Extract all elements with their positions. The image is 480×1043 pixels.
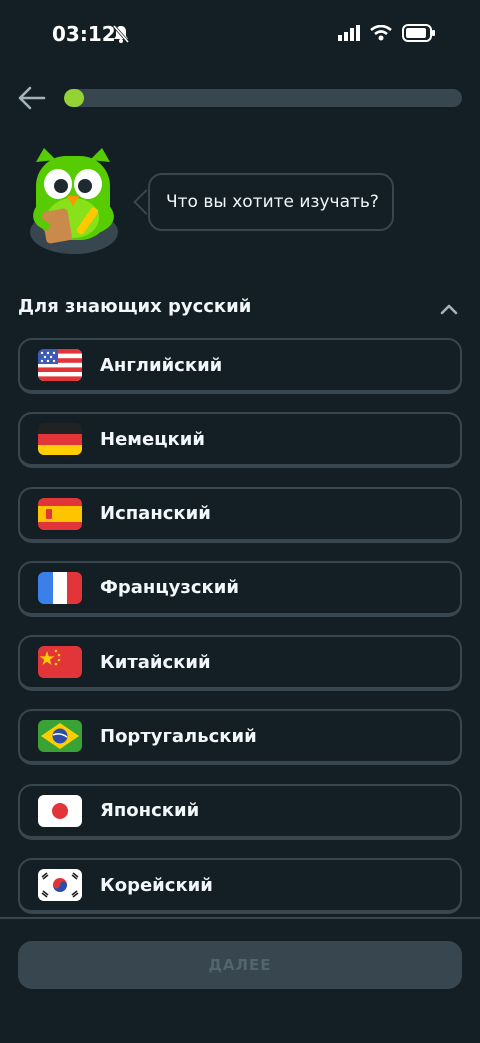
language-label: Корейский (100, 874, 213, 896)
signal-icon (338, 25, 360, 45)
language-label: Японский (100, 800, 200, 822)
language-option-chinese[interactable]: Китайский (18, 635, 462, 692)
status-time: 03:12 (52, 22, 116, 46)
language-label: Немецкий (100, 428, 205, 450)
language-option-korean[interactable]: Корейский (18, 858, 462, 915)
progress-bar (64, 89, 462, 107)
flag-kr-icon (38, 869, 82, 902)
language-label: Португальский (100, 725, 257, 747)
language-option-spanish[interactable]: Испанский (18, 486, 462, 543)
owl-mascot-icon (22, 140, 124, 260)
bell-muted-icon (112, 24, 130, 48)
continue-button[interactable]: ДАЛЕЕ (18, 941, 462, 989)
language-label: Английский (100, 354, 223, 376)
flag-es-icon (38, 497, 82, 530)
flag-de-icon (38, 423, 82, 456)
language-option-french[interactable]: Французский (18, 560, 462, 617)
battery-icon (402, 24, 436, 46)
progress-fill (64, 89, 84, 107)
language-option-german[interactable]: Немецкий (18, 412, 462, 469)
language-label: Испанский (100, 503, 211, 525)
footer-divider (0, 917, 480, 919)
flag-jp-icon (38, 794, 82, 827)
flag-cn-icon (38, 646, 82, 679)
arrow-left-icon (18, 86, 46, 110)
language-list: Английский Немецкий Испанский Французски… (18, 338, 462, 932)
language-option-portuguese[interactable]: Португальский (18, 709, 462, 766)
speech-bubble: Что вы хотите изучать? (148, 173, 394, 231)
language-label: Французский (100, 577, 239, 599)
section-title: Для знающих русский (18, 296, 252, 317)
flag-br-icon (38, 720, 82, 753)
back-button[interactable] (16, 84, 48, 112)
wifi-icon (370, 24, 392, 45)
chevron-up-icon[interactable] (440, 300, 458, 319)
language-option-japanese[interactable]: Японский (18, 783, 462, 840)
prompt-text: Что вы хотите изучать? (166, 192, 379, 212)
status-bar: 03:12 (0, 0, 480, 70)
flag-fr-icon (38, 571, 82, 604)
flag-us-icon (38, 349, 82, 381)
language-option-english[interactable]: Английский (18, 338, 462, 394)
language-label: Китайский (100, 651, 211, 673)
